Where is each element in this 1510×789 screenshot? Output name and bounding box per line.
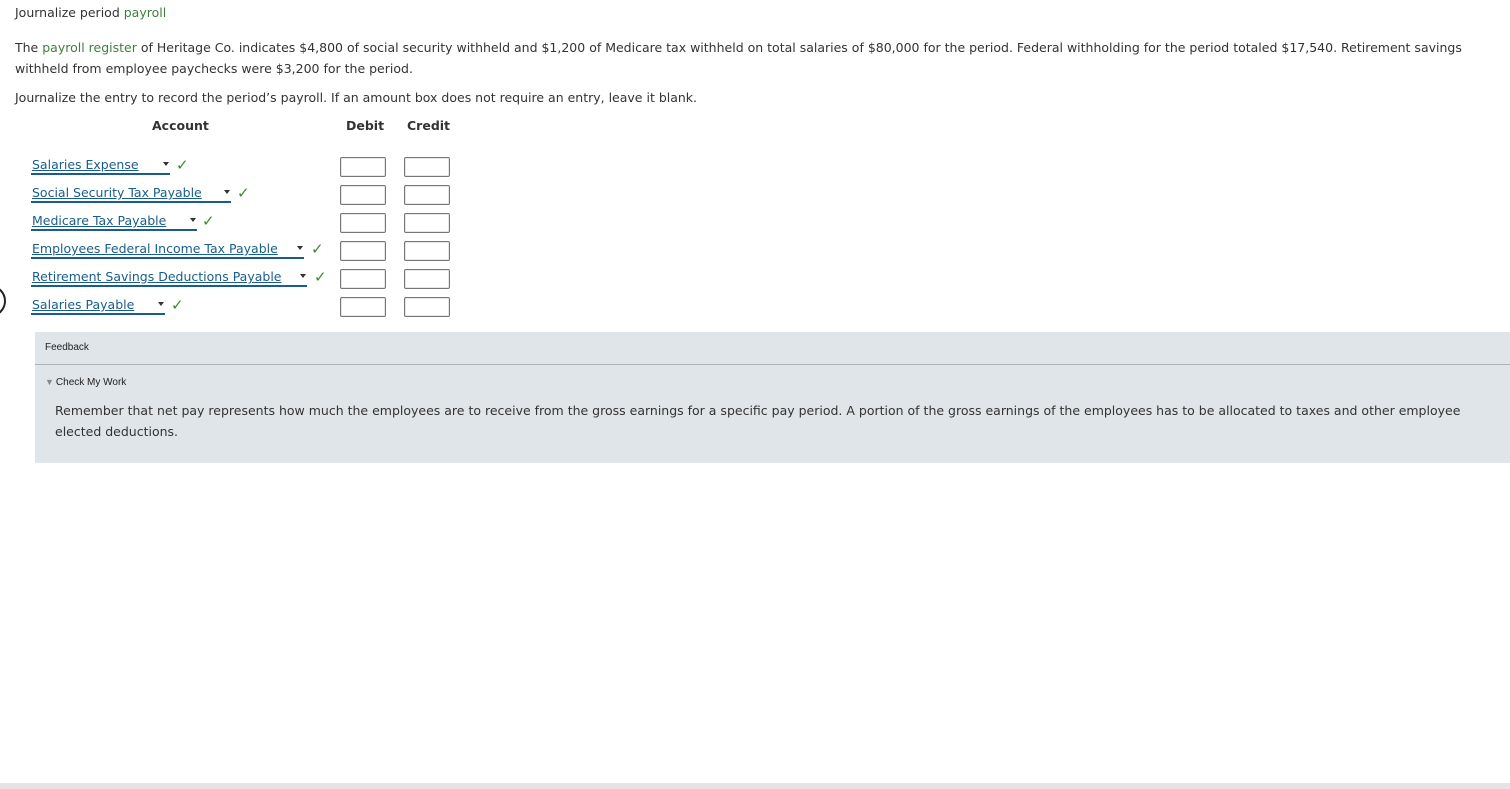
correct-check-icon: ✓ — [176, 156, 189, 174]
divider — [35, 364, 1510, 365]
credit-input[interactable] — [404, 241, 450, 261]
debit-input[interactable] — [340, 241, 386, 261]
feedback-title: Feedback — [45, 342, 89, 353]
debit-input[interactable] — [340, 157, 386, 177]
credit-input[interactable] — [404, 213, 450, 233]
horizontal-scrollbar[interactable] — [0, 783, 1510, 789]
chevron-down-icon — [163, 162, 169, 166]
debit-input[interactable] — [340, 185, 386, 205]
account-select-value: Salaries Payable — [32, 297, 135, 312]
account-select[interactable]: Social Security Tax Payable — [31, 185, 231, 203]
debit-input[interactable] — [340, 213, 386, 233]
check-my-work-toggle[interactable]: ▼ Check My Work — [45, 377, 126, 388]
account-select[interactable]: Retirement Savings Deductions Payable — [31, 269, 307, 287]
chevron-down-icon — [300, 274, 306, 278]
account-select[interactable]: Employees Federal Income Tax Payable — [31, 241, 304, 259]
debit-column-header: Debit — [346, 118, 385, 133]
account-select-value: Medicare Tax Payable — [32, 213, 167, 228]
payroll-term-link[interactable]: payroll — [124, 5, 166, 20]
account-column-header: Account — [152, 118, 209, 133]
credit-input[interactable] — [404, 269, 450, 289]
feedback-panel: Feedback ▼ Check My Work Remember that ne… — [35, 332, 1510, 463]
account-select[interactable]: Salaries Payable — [31, 297, 165, 315]
problem-statement: The payroll register of Heritage Co. ind… — [15, 37, 1505, 79]
chevron-down-icon — [224, 190, 230, 194]
chevron-down-icon — [297, 246, 303, 250]
correct-check-icon: ✓ — [171, 296, 184, 314]
triangle-down-icon: ▼ — [45, 377, 54, 387]
feedback-text: Remember that net pay represents how muc… — [55, 403, 1461, 439]
page-heading: Journalize period payroll — [15, 5, 166, 20]
check-my-work-label: Check My Work — [55, 377, 127, 388]
chevron-down-icon — [190, 218, 196, 222]
debit-input[interactable] — [340, 297, 386, 317]
credit-column-header: Credit — [407, 118, 451, 133]
problem-prefix: The — [15, 40, 43, 55]
account-select-value: Social Security Tax Payable — [32, 185, 202, 200]
correct-check-icon: ✓ — [314, 268, 327, 286]
debit-input[interactable] — [340, 269, 386, 289]
heading-prefix: Journalize period — [15, 5, 124, 20]
problem-text: of Heritage Co. indicates $4,800 of soci… — [15, 40, 1462, 76]
instructions: Journalize the entry to record the perio… — [15, 90, 698, 105]
account-select-value: Salaries Expense — [32, 157, 139, 172]
chevron-down-icon — [158, 302, 164, 306]
account-select[interactable]: Salaries Expense — [31, 157, 170, 175]
account-select-value: Retirement Savings Deductions Payable — [32, 269, 282, 284]
correct-check-icon: ✓ — [202, 212, 215, 230]
credit-input[interactable] — [404, 185, 450, 205]
cursor-ring-icon — [0, 285, 6, 317]
account-select-value: Employees Federal Income Tax Payable — [32, 241, 278, 256]
credit-input[interactable] — [404, 157, 450, 177]
account-select[interactable]: Medicare Tax Payable — [31, 213, 197, 231]
correct-check-icon: ✓ — [237, 184, 250, 202]
correct-check-icon: ✓ — [311, 240, 324, 258]
payroll-register-term-link[interactable]: payroll register — [42, 40, 137, 55]
credit-input[interactable] — [404, 297, 450, 317]
